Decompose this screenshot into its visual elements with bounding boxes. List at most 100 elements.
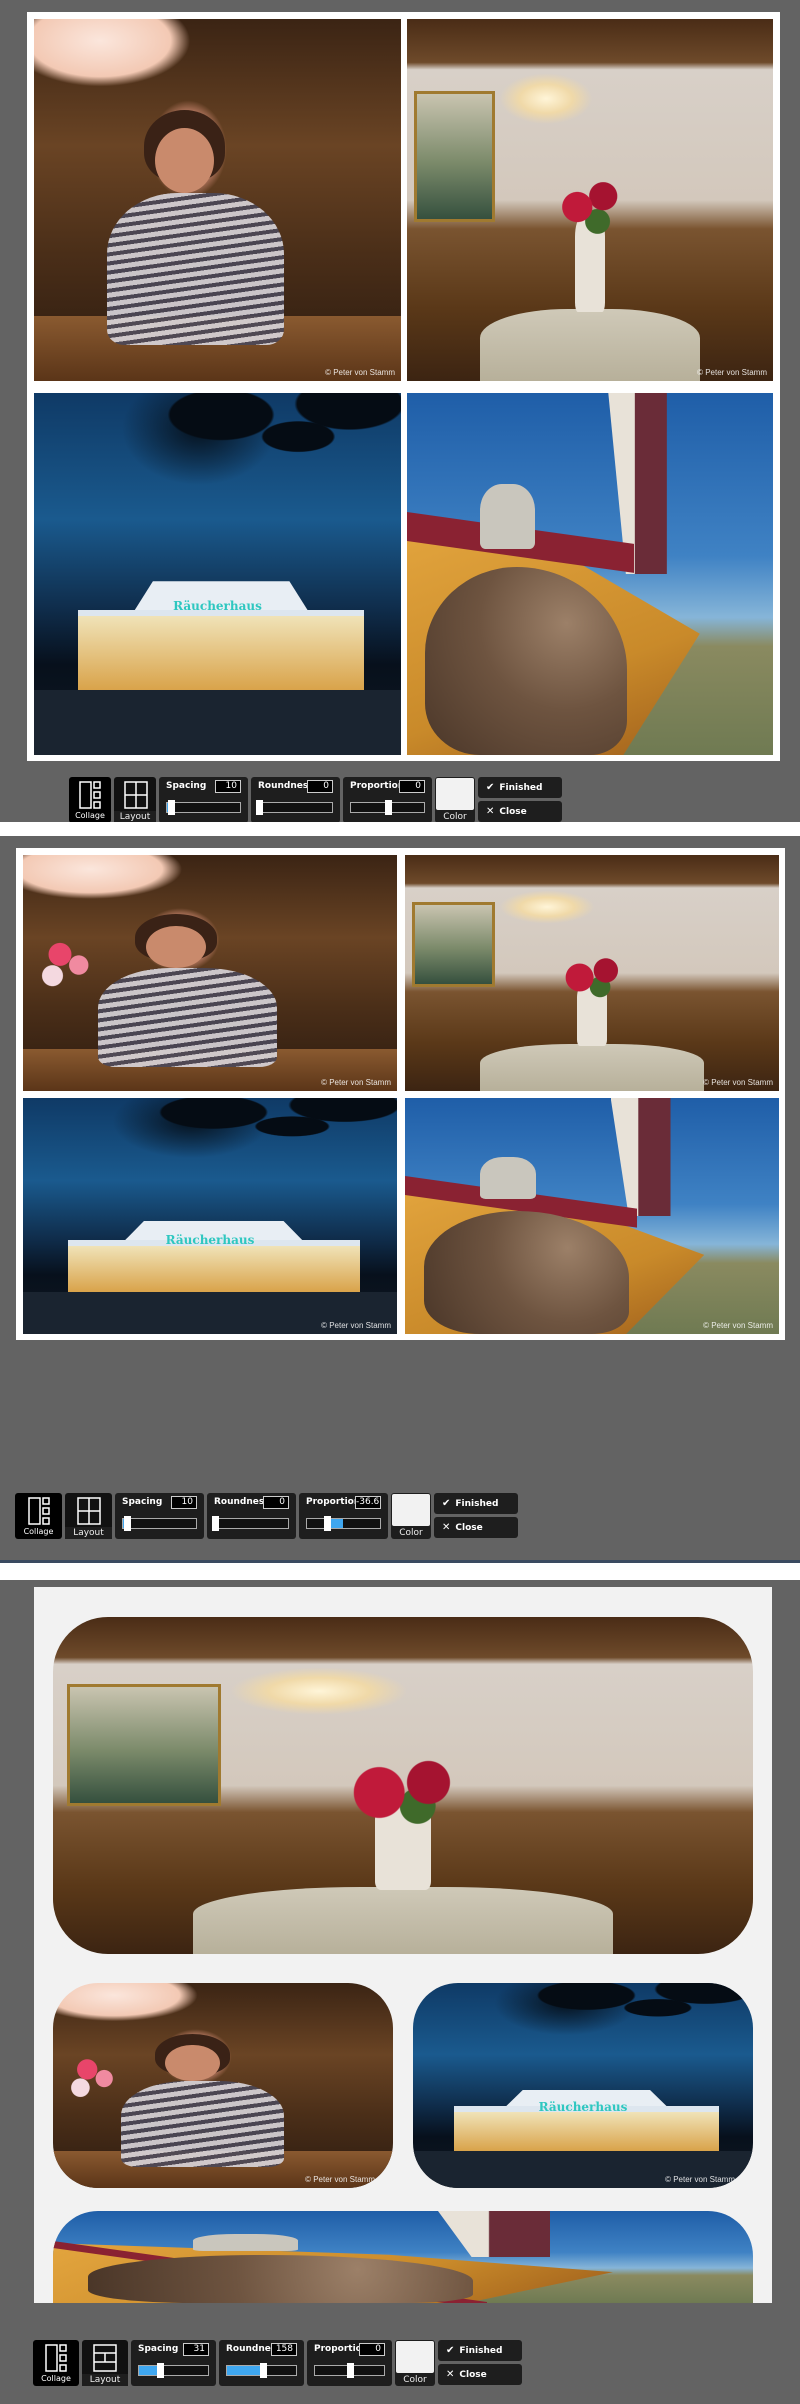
close-button[interactable]: ✕ Close (478, 801, 562, 822)
roundness-label: Roundness (258, 781, 314, 791)
collage-icon (28, 1497, 50, 1525)
spacing-value-input[interactable]: 10 (215, 780, 241, 793)
collage-label: Collage (23, 1527, 54, 1536)
collage-button[interactable]: Collage (69, 777, 111, 822)
collage-canvas: © Peter von Stamm Räucherhaus © Peter vo… (34, 1587, 772, 2303)
photo-boat[interactable] (407, 393, 773, 755)
proportions-slider[interactable] (350, 800, 425, 815)
screen-3: © Peter von Stamm Räucherhaus © Peter vo… (0, 1580, 800, 2404)
spacing-value-input[interactable]: 31 (183, 2343, 209, 2356)
checkmark-icon: ✔ (446, 2345, 455, 2356)
sign-text: Räucherhaus (538, 2099, 628, 2114)
close-label: Close (459, 2370, 487, 2380)
spacing-slider[interactable] (166, 800, 241, 815)
collage-toolbar: Collage Layout Spacing 10 Roundness 0 Pr… (69, 777, 562, 822)
proportions-slider-thumb[interactable] (384, 800, 392, 815)
grid-1-2-1-icon (93, 2344, 117, 2372)
close-label: Close (499, 807, 527, 817)
proportions-control: Proportions 0 (343, 777, 432, 822)
collage-toolbar: Collage Layout Spacing 10 Roundness 0 Pr… (15, 1493, 518, 1539)
photo-boat[interactable]: © Peter von Stamm (405, 1098, 779, 1334)
spacing-control: Spacing 31 (131, 2340, 216, 2386)
roundness-value-input[interactable]: 0 (263, 1496, 289, 1509)
photo-room[interactable]: © Peter von Stamm (405, 855, 779, 1091)
collage-label: Collage (75, 811, 105, 820)
screen-2: © Peter von Stamm © Peter von Stamm Räuc… (0, 836, 800, 1563)
spacing-slider[interactable] (138, 2363, 209, 2378)
collage-icon (79, 781, 101, 809)
photo-room[interactable]: © Peter von Stamm (407, 19, 773, 381)
spacing-slider-thumb[interactable] (167, 800, 175, 815)
color-swatch[interactable] (396, 2341, 434, 2373)
photo-night[interactable]: Räucherhaus © Peter von Stamm (23, 1098, 397, 1334)
color-label: Color (399, 1528, 423, 1538)
layout-label: Layout (65, 1527, 112, 1539)
roundness-label: Roundness (214, 1497, 270, 1507)
checkmark-icon: ✔ (486, 782, 495, 793)
photo-woman[interactable]: © Peter von Stamm (53, 1983, 393, 2188)
color-button[interactable]: Color (391, 1493, 431, 1539)
spacing-slider-thumb[interactable] (123, 1516, 131, 1531)
proportions-slider[interactable] (306, 1516, 381, 1531)
sign-text: Räucherhaus (165, 1232, 255, 1247)
photo-room[interactable] (53, 1617, 753, 1954)
finished-label: Finished (499, 783, 543, 793)
spacing-value-input[interactable]: 10 (171, 1496, 197, 1509)
proportions-control: Proportions 0 (307, 2340, 392, 2386)
collage-canvas: © Peter von Stamm © Peter von Stamm Räuc… (27, 12, 780, 761)
finished-button[interactable]: ✔ Finished (478, 777, 562, 798)
watermark: © Peter von Stamm (321, 1321, 391, 1330)
collage-icon (45, 2344, 67, 2372)
close-label: Close (455, 1523, 483, 1533)
proportions-slider[interactable] (314, 2363, 385, 2378)
roundness-slider[interactable] (212, 1516, 289, 1531)
spacing-slider-thumb[interactable] (157, 2363, 165, 2378)
grid-2x2-icon (124, 781, 148, 809)
layout-button[interactable]: Layout (65, 1493, 112, 1539)
photo-night[interactable]: Räucherhaus © Peter von Stamm (413, 1983, 753, 2188)
proportions-value-input[interactable]: -36.6 (355, 1496, 381, 1509)
roundness-slider-thumb[interactable] (259, 2363, 267, 2378)
roundness-slider[interactable] (226, 2363, 297, 2378)
close-button[interactable]: ✕ Close (434, 1517, 518, 1538)
close-icon: ✕ (446, 2369, 455, 2380)
color-label: Color (443, 812, 467, 822)
roundness-slider[interactable] (256, 800, 333, 815)
roundness-control: Roundness 0 (251, 777, 340, 822)
collage-button[interactable]: Collage (15, 1493, 62, 1539)
roundness-slider-thumb[interactable] (256, 800, 263, 815)
color-swatch[interactable] (392, 1494, 430, 1526)
photo-woman[interactable]: © Peter von Stamm (23, 855, 397, 1091)
watermark: © Peter von Stamm (703, 1321, 773, 1330)
screen-1: © Peter von Stamm © Peter von Stamm Räuc… (0, 0, 800, 822)
layout-button[interactable]: Layout (82, 2340, 128, 2386)
layout-button[interactable]: Layout (114, 777, 156, 822)
spacing-slider[interactable] (122, 1516, 197, 1531)
roundness-value-input[interactable]: 0 (307, 780, 333, 793)
color-button[interactable]: Color (435, 777, 475, 822)
collage-toolbar: Collage Layout Spacing 31 Roundness 158 … (33, 2340, 522, 2386)
roundness-value-input[interactable]: 158 (271, 2343, 297, 2356)
color-swatch[interactable] (436, 778, 474, 810)
photo-boat[interactable] (53, 2211, 753, 2303)
color-button[interactable]: Color (395, 2340, 435, 2386)
proportions-value-input[interactable]: 0 (399, 780, 425, 793)
proportions-slider-thumb[interactable] (323, 1516, 331, 1531)
proportions-value-input[interactable]: 0 (359, 2343, 385, 2356)
close-icon: ✕ (486, 806, 495, 817)
spacing-label: Spacing (122, 1497, 163, 1507)
watermark: © Peter von Stamm (325, 368, 395, 377)
proportions-slider-thumb[interactable] (346, 2363, 354, 2378)
photo-woman[interactable]: © Peter von Stamm (34, 19, 401, 381)
color-label: Color (403, 2375, 427, 2385)
watermark: © Peter von Stamm (305, 2175, 375, 2184)
finished-button[interactable]: ✔ Finished (434, 1493, 518, 1514)
close-icon: ✕ (442, 1522, 451, 1533)
roundness-slider-thumb[interactable] (212, 1516, 219, 1531)
grid-2x2-icon (77, 1497, 101, 1525)
photo-night[interactable]: Räucherhaus (34, 393, 401, 755)
finished-button[interactable]: ✔ Finished (438, 2340, 522, 2361)
collage-button[interactable]: Collage (33, 2340, 79, 2386)
close-button[interactable]: ✕ Close (438, 2364, 522, 2385)
roundness-control: Roundness 0 (207, 1493, 296, 1539)
